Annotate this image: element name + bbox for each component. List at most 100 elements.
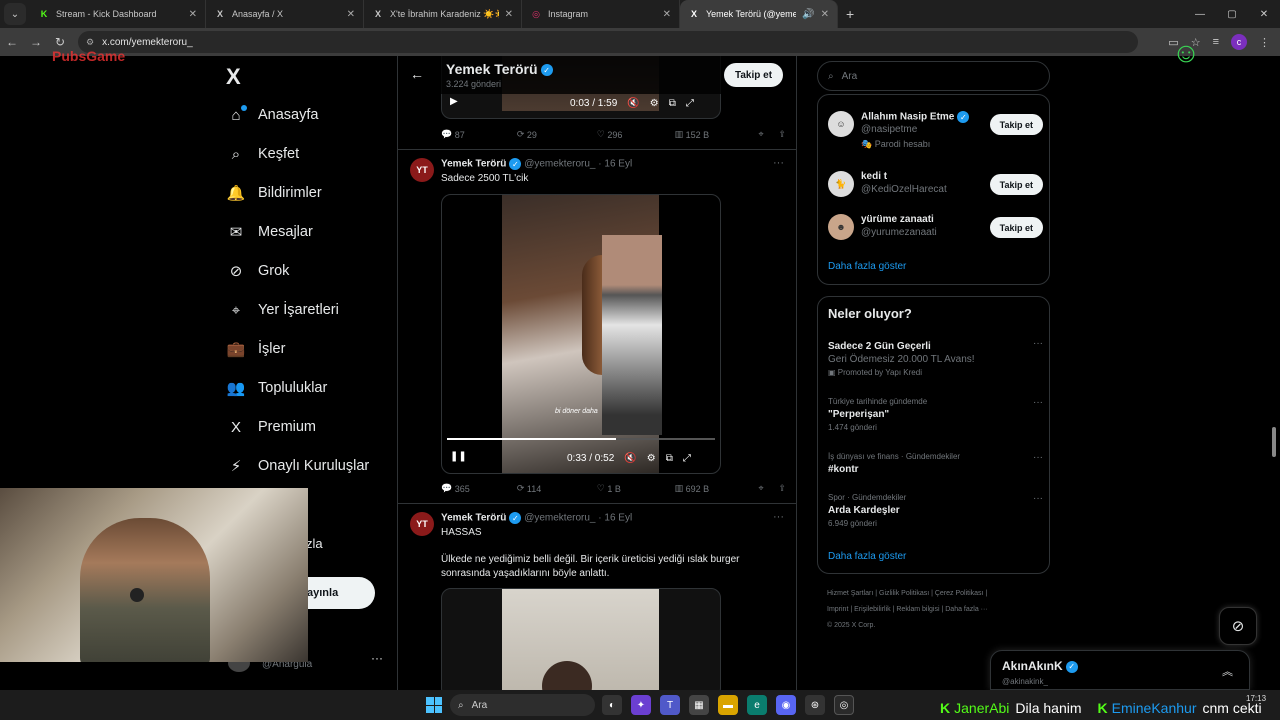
site-info-icon[interactable]: ⚙ xyxy=(86,37,94,48)
like-button[interactable]: ♡ 296 xyxy=(597,129,675,140)
nav-topluluklar[interactable]: 👥 Topluluklar xyxy=(226,373,328,403)
mute-icon[interactable]: 🔇 xyxy=(624,453,636,464)
show-more-link[interactable]: Daha fazla göster xyxy=(828,261,906,272)
suggestion-item[interactable]: 🐈 kedi t @KediOzelHarecat Takip et xyxy=(828,171,1043,211)
close-icon[interactable]: ✕ xyxy=(821,9,829,20)
reply-button[interactable]: 💬 365 xyxy=(441,483,517,494)
tweet-video-3[interactable] xyxy=(441,588,721,690)
menu-icon[interactable]: ⋮ xyxy=(1259,36,1270,49)
trend-more-icon[interactable]: ··· xyxy=(1033,452,1043,463)
suggestion-item[interactable]: ☻ yürüme zanaati @yurumezanaati Takip et xyxy=(828,214,1043,254)
nav-mesajlar[interactable]: ✉ Mesajlar xyxy=(226,217,313,247)
nav-yer-isaretleri[interactable]: ⌖ Yer İşaretleri xyxy=(226,295,339,325)
nav-bildirimler[interactable]: 🔔 Bildirimler xyxy=(226,178,322,208)
share-icon[interactable]: ⇪ xyxy=(778,129,786,140)
speaker-icon[interactable]: 🔊 xyxy=(802,9,814,20)
like-button[interactable]: ♡ 1 B xyxy=(597,483,675,494)
reply-button[interactable]: 💬 87 xyxy=(441,129,517,140)
back-arrow-icon[interactable]: ← xyxy=(410,66,424,82)
expand-up-icon[interactable]: ︽ xyxy=(1222,663,1233,679)
trend-more-icon[interactable]: ··· xyxy=(1033,397,1043,408)
tweet-avatar[interactable]: YT xyxy=(410,158,434,182)
close-icon[interactable]: ✕ xyxy=(663,9,671,20)
back-icon[interactable]: ← xyxy=(0,35,24,49)
search-input[interactable]: ⌕ Ara xyxy=(817,61,1050,91)
retweet-button[interactable]: ⟳ 114 xyxy=(517,483,597,494)
views-button[interactable]: ▥ 692 B xyxy=(675,483,759,494)
mute-icon[interactable]: 🔇 xyxy=(627,98,639,109)
messages-drawer[interactable]: AkınAkınK ✓ @akinakink_ ︽ xyxy=(990,650,1250,690)
nav-anasayfa[interactable]: ⌂ Anasayfa xyxy=(226,100,318,130)
chrome-icon[interactable]: ◎ xyxy=(834,695,854,715)
pause-icon[interactable]: ❚❚ xyxy=(450,451,467,462)
pip-icon[interactable]: ⧉ xyxy=(669,98,676,109)
tweet-more-icon[interactable]: ··· xyxy=(773,157,784,169)
nav-kesfet[interactable]: ⌕ Keşfet xyxy=(226,139,299,169)
trend-more-icon[interactable]: ··· xyxy=(1033,338,1043,349)
new-tab-button[interactable]: + xyxy=(846,6,854,22)
video-play-icon[interactable]: ▶ xyxy=(450,96,458,107)
tab-search-button[interactable]: ⌄ xyxy=(4,3,26,25)
tweet-avatar[interactable]: YT xyxy=(410,512,434,536)
copilot-icon[interactable]: ✦ xyxy=(631,695,651,715)
tab-instagram[interactable]: ◎ Instagram ✕ xyxy=(522,0,680,28)
windows-start-icon[interactable] xyxy=(426,697,442,713)
tab-anasayfa[interactable]: X Anasayfa / X ✕ xyxy=(206,0,364,28)
maximize-icon[interactable]: ▢ xyxy=(1216,0,1248,28)
views-button[interactable]: ▥ 152 B xyxy=(675,129,759,140)
close-window-icon[interactable]: ✕ xyxy=(1248,0,1280,28)
tweet-more-icon[interactable]: ··· xyxy=(773,511,784,523)
retweet-button[interactable]: ⟳ 29 xyxy=(517,129,597,140)
bookmark-icon[interactable]: ⌖ xyxy=(758,483,778,494)
edge-icon[interactable]: e xyxy=(747,695,767,715)
close-icon[interactable]: ✕ xyxy=(505,9,513,20)
steam-icon[interactable]: ⊛ xyxy=(805,695,825,715)
follow-button[interactable]: Takip et xyxy=(989,217,1043,238)
tab-yemek-teroru[interactable]: X Yemek Terörü (@yemekteroru_ 🔊 ✕ xyxy=(680,0,838,28)
x-logo-icon[interactable]: X xyxy=(226,64,241,90)
share-icon[interactable]: ⇪ xyxy=(778,483,786,494)
video-progress-bar[interactable] xyxy=(447,438,715,440)
bookmark-icon[interactable]: ⌖ xyxy=(758,129,778,140)
trend-more-icon[interactable]: ··· xyxy=(1033,493,1043,504)
fullscreen-icon[interactable]: ⤢ xyxy=(683,453,691,464)
teams-icon[interactable]: T xyxy=(660,695,680,715)
nav-onayli-kuruluslar[interactable]: ⚡ Onaylı Kuruluşlar xyxy=(226,451,370,481)
address-bar[interactable]: ⚙ x.com/yemekteroru_ xyxy=(78,31,1138,53)
trend-item[interactable]: İş dünyası ve finans · Gündemdekiler #ko… xyxy=(828,452,1043,475)
account-more-icon[interactable]: ··· xyxy=(371,651,383,665)
close-icon[interactable]: ✕ xyxy=(189,9,197,20)
nav-isler[interactable]: 💼 İşler xyxy=(226,334,286,364)
follow-button[interactable]: Takip et xyxy=(989,174,1043,195)
trend-item[interactable]: Spor · Gündemdekiler Arda Kardeşler 6.94… xyxy=(828,493,1043,528)
follow-button[interactable]: Takip et xyxy=(724,63,784,87)
fullscreen-icon[interactable]: ⤢ xyxy=(686,98,694,109)
forward-icon[interactable]: → xyxy=(24,35,48,49)
show-more-link[interactable]: Daha fazla göster xyxy=(828,551,906,562)
reload-icon[interactable]: ↻ xyxy=(48,35,72,49)
scrollbar-thumb[interactable] xyxy=(1272,427,1276,457)
profile-avatar[interactable]: c xyxy=(1231,34,1247,50)
explorer-icon[interactable]: ▬ xyxy=(718,695,738,715)
task-view-icon[interactable]: ◐ xyxy=(602,695,622,715)
taskbar-clock[interactable]: 17:13 xyxy=(1246,693,1266,704)
discord-icon[interactable]: ◉ xyxy=(776,695,796,715)
nav-more-partial[interactable]: zla xyxy=(306,536,323,551)
trend-item[interactable]: Sadece 2 Gün Geçerli Geri Ödemesiz 20.00… xyxy=(828,338,1043,377)
grok-fab-icon[interactable]: ⊘ xyxy=(1219,607,1257,645)
settings-icon[interactable]: ⚙ xyxy=(647,453,656,464)
minimize-icon[interactable]: — xyxy=(1184,0,1216,28)
follow-button[interactable]: Takip et xyxy=(989,114,1043,135)
trend-item[interactable]: Türkiye tarihinde gündemde "Perperişan" … xyxy=(828,397,1043,432)
nav-premium[interactable]: X Premium xyxy=(226,412,316,442)
tab-ibrahim-karadeniz[interactable]: X X'te İbrahim Karadeniz ☀️☀️ 📍 ✕ xyxy=(364,0,522,28)
taskbar-search[interactable]: ⌕ Ara xyxy=(450,694,595,716)
close-icon[interactable]: ✕ xyxy=(347,9,355,20)
pip-icon[interactable]: ⧉ xyxy=(666,453,673,464)
media-icon[interactable]: ≡ xyxy=(1213,36,1219,48)
suggestion-item[interactable]: ☺ Allahım Nasip Etme ✓ @nasipetme 🎭 Parod… xyxy=(828,111,1043,151)
tweet-video-2[interactable]: bi döner daha ❚❚ 0:33 / 0:52 🔇 ⚙ ⧉ ⤢ xyxy=(441,194,721,474)
nav-grok[interactable]: ⊘ Grok xyxy=(226,256,290,286)
settings-icon[interactable]: ⚙ xyxy=(650,98,659,109)
tab-kick-dashboard[interactable]: K Stream - Kick Dashboard ✕ xyxy=(30,0,206,28)
